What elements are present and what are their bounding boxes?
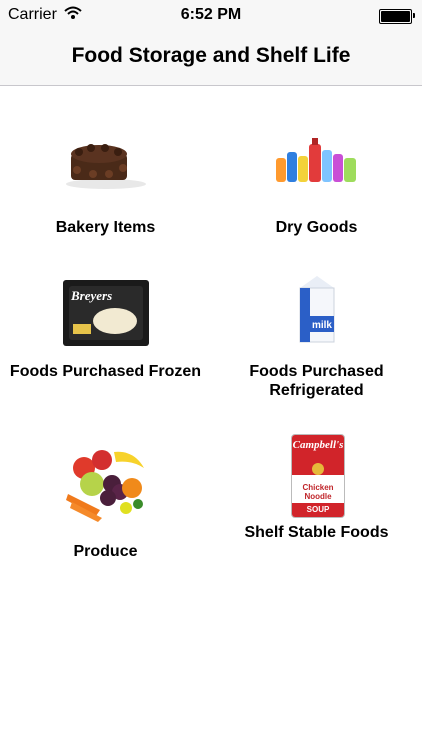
page-title: Food Storage and Shelf Life bbox=[71, 44, 351, 67]
category-label: Shelf Stable Foods bbox=[244, 524, 389, 541]
category-label: Produce bbox=[73, 543, 138, 560]
category-shelf-stable-foods[interactable]: Campbell's Chicken Noodle SOUP Shelf Sta… bbox=[211, 430, 422, 565]
svg-text:milk: milk bbox=[312, 320, 332, 331]
category-produce[interactable]: Produce bbox=[0, 430, 211, 565]
category-dry-goods[interactable]: Dry Goods bbox=[211, 120, 422, 245]
ice-cream-icon: Breyers bbox=[63, 280, 149, 346]
clock: 6:52 PM bbox=[180, 6, 242, 23]
category-foods-purchased-refrigerated[interactable]: milk Foods Purchased Refrigerated bbox=[211, 270, 422, 405]
milk-carton-icon: milk bbox=[299, 276, 335, 343]
cake-icon bbox=[66, 144, 146, 189]
navigation-bar: Food Storage and Shelf Life bbox=[0, 28, 422, 86]
category-bakery-items[interactable]: Bakery Items bbox=[0, 120, 211, 245]
battery-icon bbox=[379, 9, 415, 24]
status-bar: Carrier 6:52 PM bbox=[0, 0, 422, 28]
category-label: Dry Goods bbox=[275, 219, 358, 236]
category-foods-purchased-frozen[interactable]: Breyers Foods Purchased Frozen bbox=[0, 270, 211, 405]
category-label: Bakery Items bbox=[55, 219, 156, 236]
soup-can-icon: Campbell's Chicken Noodle SOUP bbox=[291, 434, 345, 518]
category-label: Foods Purchased Refrigerated bbox=[249, 363, 384, 399]
bottles-icon bbox=[276, 138, 356, 182]
produce-icon bbox=[66, 450, 144, 522]
category-label: Foods Purchased Frozen bbox=[9, 363, 202, 380]
